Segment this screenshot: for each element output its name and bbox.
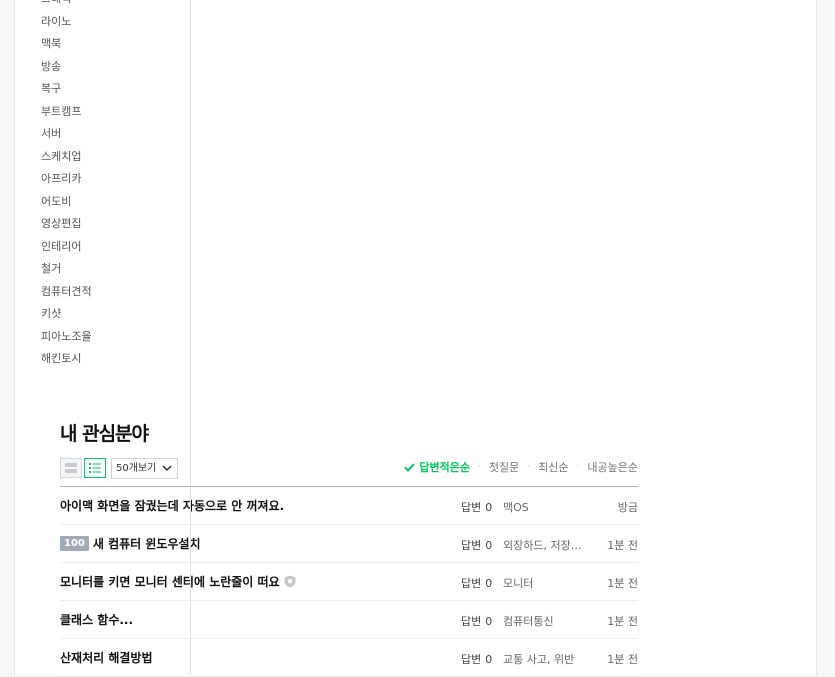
answer-label: 답변 (461, 501, 482, 514)
question-title-text: 아이맥 화면을 잠궜는데 자동으로 안 꺼져요. (60, 499, 285, 513)
page-size-select[interactable]: 50개보기 (111, 458, 178, 479)
question-title[interactable]: 클래스 함수... (60, 611, 133, 628)
category-item[interactable]: 라이노 (41, 11, 92, 34)
sort-tab-first-question[interactable]: 첫질문 (489, 459, 519, 475)
answer-label: 답변 (461, 615, 482, 628)
question-time: 1분 전 (607, 577, 638, 590)
separator-dot: · (478, 462, 481, 472)
question-category[interactable]: 외장하드, 저장장치 (503, 537, 587, 553)
answer-count: 답변 0 (461, 499, 492, 515)
sort-tab-highest-points[interactable]: 내공높은순 (587, 459, 638, 475)
question-title-text: 클래스 함수... (60, 613, 134, 627)
category-item[interactable]: 어도비 (41, 191, 92, 214)
question-title[interactable]: 산재처리 해결방법 (60, 649, 153, 666)
question-row[interactable]: 아이맥 화면을 잠궜는데 자동으로 안 꺼져요. 답변 0 맥OS 방금 (60, 487, 638, 525)
category-item[interactable]: 아프리카 (41, 168, 92, 191)
category-item[interactable]: 영상편집 (41, 213, 92, 236)
answer-number: 0 (485, 539, 493, 552)
question-title[interactable]: 모니터를 키면 모니터 센터에 노란줄이 떠요 (60, 573, 296, 590)
card-view-icon (65, 463, 77, 473)
answer-number: 0 (485, 501, 493, 514)
category-item[interactable]: 해킨토시 (41, 348, 92, 371)
question-category[interactable]: 교통 사고, 위반 (503, 651, 587, 667)
category-item[interactable]: 철거 (41, 258, 92, 281)
answer-number: 0 (485, 577, 493, 590)
question-row[interactable]: 모니터를 키면 모니터 센터에 노란줄이 떠요 답변 0 모니터 1분 전 (60, 563, 638, 601)
category-item[interactable]: 서버 (41, 123, 92, 146)
question-time: 1분 전 (607, 653, 638, 666)
answer-label: 답변 (461, 577, 482, 590)
category-item[interactable]: 부트캠프 (41, 101, 92, 124)
question-title-text: 모니터를 키면 모니터 센터에 노란줄이 떠요 (60, 575, 280, 589)
separator-dot: · (576, 462, 580, 472)
category-list: 그래픽 라이노 맥북 방송 복구 부트캠프 서버 스케치업 아프리카 어도비 영… (41, 0, 92, 371)
sort-tab-label: 답변적은순 (419, 461, 471, 474)
answer-label: 답변 (461, 539, 482, 552)
sort-tab-latest[interactable]: 최신순 (538, 459, 568, 475)
chevron-down-icon (162, 465, 172, 472)
question-list: 아이맥 화면을 잠궜는데 자동으로 안 꺼져요. 답변 0 맥OS 방금 100 … (60, 487, 638, 677)
category-item[interactable]: 방송 (41, 56, 92, 79)
check-icon (404, 462, 416, 472)
category-item[interactable]: 복구 (41, 78, 92, 101)
question-title[interactable]: 아이맥 화면을 잠궜는데 자동으로 안 꺼져요. (60, 497, 284, 514)
sort-tab-fewest-answers[interactable]: 답변적은순 (404, 459, 470, 475)
answer-number: 0 (485, 653, 493, 666)
question-category[interactable]: 모니터 (503, 575, 587, 591)
list-view-button[interactable] (84, 458, 106, 478)
question-row[interactable]: 산재처리 해결방법 답변 0 교통 사고, 위반 1분 전 (60, 639, 638, 677)
question-title-text: 산재처리 해결방법 (60, 651, 153, 665)
sort-tabs: 답변적은순 · 첫질문 · 최신순 · 내공높은순 (404, 459, 638, 475)
points-badge: 100 (60, 536, 89, 551)
list-view-icon (89, 463, 101, 473)
answer-number: 0 (485, 615, 493, 628)
answer-count: 답변 0 (461, 651, 492, 667)
question-row[interactable]: 클래스 함수... 답변 0 컴퓨터통신 1분 전 (60, 601, 638, 639)
question-time: 1분 전 (607, 615, 638, 628)
category-item[interactable]: 인테리어 (41, 236, 92, 259)
answer-label: 답변 (461, 653, 482, 666)
category-item[interactable]: 피아노조율 (41, 326, 92, 349)
category-item[interactable]: 맥북 (41, 33, 92, 56)
question-category[interactable]: 컴퓨터통신 (503, 613, 587, 629)
column-divider (190, 0, 191, 675)
answer-count: 답변 0 (461, 575, 492, 591)
category-item[interactable]: 키샷 (41, 303, 92, 326)
separator-dot: · (527, 462, 531, 472)
section-title: 내 관심분야 (60, 423, 149, 445)
question-category[interactable]: 맥OS (503, 499, 587, 515)
question-row[interactable]: 100 새 컴퓨터 윈도우설치 답변 0 외장하드, 저장장치 1분 전 (60, 525, 638, 563)
category-item[interactable]: 그래픽 (41, 0, 92, 11)
shield-icon (284, 575, 296, 588)
question-time: 방금 (617, 501, 638, 514)
question-time: 1분 전 (607, 539, 638, 552)
card-view-button[interactable] (60, 458, 82, 478)
question-title[interactable]: 100 새 컴퓨터 윈도우설치 (60, 535, 201, 552)
question-title-text: 새 컴퓨터 윈도우설치 (92, 537, 201, 551)
answer-count: 답변 0 (461, 613, 492, 629)
page-size-label: 50개보기 (116, 463, 157, 474)
category-item[interactable]: 컴퓨터견적 (41, 281, 92, 304)
category-item[interactable]: 스케치업 (41, 146, 92, 169)
answer-count: 답변 0 (461, 537, 492, 553)
